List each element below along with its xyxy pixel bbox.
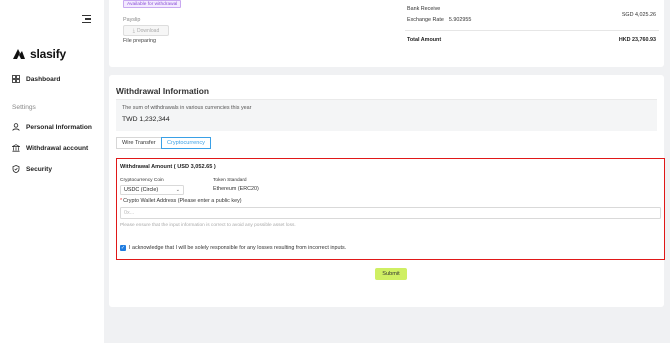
acknowledge-label: I acknowledge that I will be solely resp…: [129, 245, 347, 251]
download-icon: ⤓: [132, 27, 135, 34]
sidebar-item-label: Withdrawal account: [26, 144, 89, 152]
wallet-address-input[interactable]: [120, 207, 661, 219]
sidebar-item-security[interactable]: Security: [12, 165, 52, 173]
token-standard-label: Token Standard: [213, 178, 247, 183]
withdrawal-sum-label: The sum of withdrawals in various curren…: [122, 105, 252, 111]
total-amount-value: HKD 23,760.93: [618, 37, 656, 43]
tab-wire-transfer[interactable]: Wire Transfer: [116, 137, 162, 149]
sidebar-item-withdrawal-account[interactable]: Withdrawal account: [12, 144, 88, 152]
tab-cryptocurrency[interactable]: Cryptocurrency: [160, 137, 211, 149]
withdrawal-information-card: Withdrawal Information The sum of withdr…: [109, 75, 665, 307]
main-content: Available for withdrawal Payslip ⤓ Downl…: [104, 0, 670, 343]
exchange-rate-value: 5.902955: [448, 17, 472, 23]
wallet-hint: Please ensure that the input information…: [120, 223, 296, 228]
withdrawal-sum-box: The sum of withdrawals in various curren…: [116, 100, 657, 131]
settings-section-label: Settings: [12, 104, 36, 111]
file-status: File preparing: [123, 38, 156, 44]
sidebar-item-label: Personal Information: [26, 123, 92, 131]
submit-button[interactable]: Submit: [375, 268, 407, 280]
dashboard-icon: [12, 75, 20, 83]
sidebar: slasify Dashboard Settings Personal Info…: [0, 0, 104, 343]
withdrawal-method-tabs: Wire Transfer Cryptocurrency: [116, 137, 211, 149]
wallet-address-label: *Crypto Wallet Address (Please enter a p…: [120, 198, 242, 204]
exchange-rate-label: Exchange Rate: [407, 17, 444, 23]
section-title: Withdrawal Information: [116, 86, 209, 96]
acknowledge-row[interactable]: ✓ I acknowledge that I will be solely re…: [120, 245, 346, 251]
coin-label: Cryptocurrency Coin: [120, 178, 164, 183]
bank-icon: [12, 144, 20, 152]
status-badge: Available for withdrawal: [123, 0, 182, 8]
app: slasify Dashboard Settings Personal Info…: [0, 0, 670, 343]
chevron-down-icon: ⌄: [175, 187, 180, 193]
divider: [405, 30, 659, 31]
crypto-withdrawal-form: Withdrawal Amount ( USD 3,052.65 ) Crypt…: [116, 158, 665, 260]
coin-select[interactable]: USDC (Circle) ⌄: [120, 185, 184, 195]
wallet-address-label-text: Crypto Wallet Address (Please enter a pu…: [123, 198, 242, 204]
menu-toggle-icon[interactable]: [82, 15, 92, 25]
sidebar-item-personal-information[interactable]: Personal Information: [12, 123, 92, 131]
required-marker: *: [120, 198, 123, 204]
logo-mark-icon: [13, 49, 25, 59]
total-amount-label: Total Amount: [407, 37, 442, 43]
bank-receive-value: SGD 4,025.26: [621, 12, 656, 18]
exchange-rate-row: Exchange Rate 5.902955: [407, 17, 471, 23]
acknowledge-checkbox[interactable]: ✓: [120, 245, 126, 251]
payslip-label: Payslip: [123, 17, 141, 23]
user-icon: [12, 123, 20, 131]
brand-name: slasify: [30, 47, 66, 61]
token-standard-value: Ethereum (ERC20): [213, 186, 259, 192]
withdrawal-amount-label: Withdrawal Amount ( USD 3,052.65 ): [120, 164, 216, 170]
sidebar-item-dashboard[interactable]: Dashboard: [12, 75, 60, 83]
payout-summary-card: Available for withdrawal Payslip ⤓ Downl…: [109, 0, 664, 67]
shield-icon: [12, 165, 20, 173]
bank-receive-label: Bank Receive: [407, 6, 441, 12]
withdrawal-sum-value: TWD 1,232,344: [122, 116, 170, 123]
download-label: Download: [136, 27, 160, 34]
logo[interactable]: slasify: [12, 47, 66, 61]
sidebar-item-label: Security: [26, 165, 53, 173]
download-button[interactable]: ⤓ Download: [123, 25, 169, 36]
sidebar-item-label: Dashboard: [26, 75, 61, 83]
coin-select-value: USDC (Circle): [124, 187, 159, 193]
